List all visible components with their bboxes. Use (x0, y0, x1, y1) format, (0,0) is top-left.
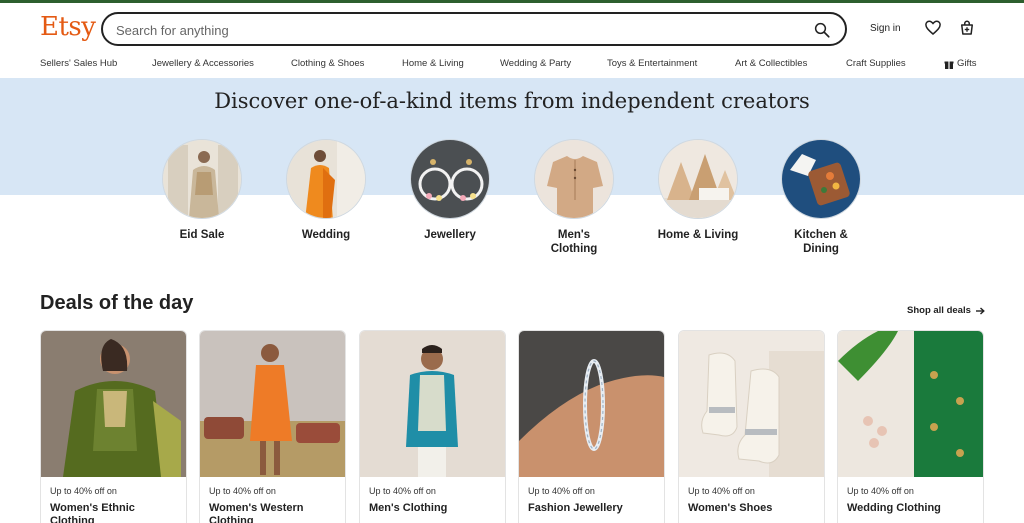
deal-offer: Up to 40% off on (369, 486, 436, 496)
deal-offer: Up to 40% off on (50, 486, 117, 496)
nav-clothing-shoes[interactable]: Clothing & Shoes (291, 58, 364, 69)
deal-card[interactable]: Up to 40% off on Women's Ethnic Clothing (40, 330, 187, 523)
header: Etsy Sign in (0, 3, 1024, 51)
deal-offer: Up to 40% off on (528, 486, 595, 496)
nav-gifts-label: Gifts (957, 58, 977, 69)
deal-card[interactable]: Up to 40% off on Men's Clothing (359, 330, 506, 523)
deal-image-womens-shoes (679, 331, 824, 477)
search-input[interactable] (116, 20, 796, 40)
deal-title: Fashion Jewellery (528, 502, 623, 514)
deal-title: Women's Ethnic Clothing (50, 502, 135, 523)
shop-all-deals-label: Shop all deals (907, 305, 971, 316)
deal-offer: Up to 40% off on (688, 486, 755, 496)
deal-card[interactable]: Up to 40% off on Women's Shoes (678, 330, 825, 523)
deal-image-fashion-jewellery (519, 331, 664, 477)
nav-sellers-sales-hub[interactable]: Sellers' Sales Hub (40, 58, 117, 69)
nav-wedding-party[interactable]: Wedding & Party (500, 58, 571, 69)
category-label-home-living[interactable]: Home & Living (638, 228, 758, 242)
nav-toys-entertainment[interactable]: Toys & Entertainment (607, 58, 697, 69)
category-image-jewellery[interactable] (410, 139, 490, 219)
nav-jewellery-accessories[interactable]: Jewellery & Accessories (152, 58, 254, 69)
category-image-kitchen-dining[interactable] (781, 139, 861, 219)
category-label-wedding[interactable]: Wedding (266, 228, 386, 242)
deal-image-wedding-clothing (838, 331, 983, 477)
nav-home-living[interactable]: Home & Living (402, 58, 464, 69)
deal-offer: Up to 40% off on (209, 486, 276, 496)
deal-card[interactable]: Up to 40% off on Fashion Jewellery (518, 330, 665, 523)
search-icon[interactable] (813, 21, 831, 39)
category-label-mens-clothing[interactable]: Men's Clothing (534, 228, 614, 256)
deal-card[interactable]: Up to 40% off on Women's Western Clothin… (199, 330, 346, 523)
nav-gifts[interactable]: Gifts (944, 58, 977, 69)
category-label-kitchen-dining[interactable]: Kitchen & Dining (781, 228, 861, 256)
search-bar[interactable] (101, 12, 847, 46)
favorites-heart-icon[interactable] (924, 19, 942, 37)
deal-offer: Up to 40% off on (847, 486, 914, 496)
category-label-jewellery[interactable]: Jewellery (390, 228, 510, 242)
deal-title: Women's Shoes (688, 502, 773, 514)
arrow-right-icon (975, 306, 985, 315)
deals-section-title: Deals of the day (40, 292, 194, 314)
category-nav: Sellers' Sales Hub Jewellery & Accessori… (0, 55, 1024, 75)
deal-title: Women's Western Clothing (209, 502, 304, 523)
gift-icon (944, 61, 954, 69)
category-label-eid-sale[interactable]: Eid Sale (142, 228, 262, 242)
deal-image-womens-western-clothing (200, 331, 345, 477)
deal-title: Wedding Clothing (847, 502, 941, 514)
category-image-eid-sale[interactable] (162, 139, 242, 219)
hero-headline: Discover one-of-a-kind items from indepe… (214, 89, 810, 113)
category-image-mens-clothing[interactable] (534, 139, 614, 219)
deal-card[interactable]: Up to 40% off on Wedding Clothing (837, 330, 984, 523)
nav-craft-supplies[interactable]: Craft Supplies (846, 58, 906, 69)
category-image-wedding[interactable] (286, 139, 366, 219)
deal-image-womens-ethnic-clothing (41, 331, 186, 477)
shop-all-deals-link[interactable]: Shop all deals (907, 305, 985, 316)
nav-art-collectibles[interactable]: Art & Collectibles (735, 58, 807, 69)
cart-icon[interactable] (958, 19, 976, 37)
category-image-home-living[interactable] (658, 139, 738, 219)
etsy-logo[interactable]: Etsy (40, 12, 96, 42)
deal-image-mens-clothing (360, 331, 505, 477)
sign-in-link[interactable]: Sign in (870, 23, 901, 34)
deal-title: Men's Clothing (369, 502, 448, 514)
